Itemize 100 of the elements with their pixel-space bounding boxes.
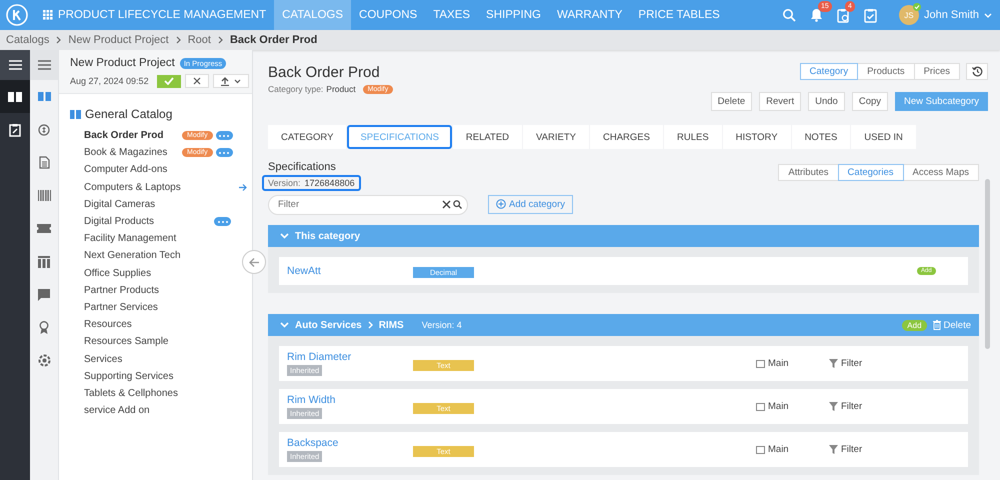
tree-item[interactable]: Services <box>84 354 182 365</box>
main-checkbox[interactable]: Main <box>756 444 789 455</box>
filter-toggle[interactable]: Filter <box>829 358 862 369</box>
more-button[interactable] <box>216 131 233 140</box>
tree-item[interactable]: Partner Products <box>84 284 182 296</box>
action-button[interactable]: Delete <box>710 92 752 111</box>
book-icon[interactable] <box>38 91 50 102</box>
tree-item[interactable]: Digital Products <box>84 216 182 228</box>
tree-item[interactable]: Back Order Prod <box>84 130 182 142</box>
main-checkbox[interactable]: Main <box>756 401 789 412</box>
tree-item[interactable]: Next Generation Tech <box>84 250 182 262</box>
menu-icon <box>8 60 22 70</box>
tab[interactable]: CATEGORY <box>268 125 346 149</box>
group-title: Auto Services <box>295 320 362 330</box>
view-tab[interactable]: Attributes <box>778 164 839 181</box>
project-date: Aug 27, 2024 09:52 <box>70 76 149 86</box>
tab[interactable]: NOTES <box>792 125 850 149</box>
collapse-button[interactable] <box>242 250 266 274</box>
check-badge-icon <box>912 3 921 11</box>
tree-item[interactable]: Partner Services <box>84 302 182 313</box>
tab[interactable]: RULES <box>664 125 722 149</box>
main-checkbox[interactable]: Main <box>756 358 789 369</box>
breadcrumb-link[interactable]: Catalogs <box>6 34 50 46</box>
tree-item[interactable]: Office Supplies <box>84 268 182 279</box>
history-button[interactable] <box>966 63 988 80</box>
arrow-right-icon[interactable] <box>239 184 247 191</box>
filter-toggle[interactable]: Filter <box>829 444 862 455</box>
upload-icon <box>220 76 229 86</box>
ticket-icon[interactable] <box>37 224 51 233</box>
view-tab[interactable]: Products <box>857 63 915 80</box>
ellipsis-icon <box>218 220 228 223</box>
tree-item[interactable]: Resources <box>84 319 182 330</box>
user-name: John Smith <box>924 9 979 21</box>
gear-icon[interactable] <box>38 354 50 367</box>
tree-item[interactable]: service Add on <box>84 405 182 416</box>
reject-button[interactable] <box>184 74 209 88</box>
menu-button[interactable] <box>0 50 30 80</box>
user-avatar: JS <box>898 5 919 25</box>
search-icon[interactable] <box>453 200 462 209</box>
tree-item[interactable]: Computer Add-ons <box>84 164 182 176</box>
tab[interactable]: USED IN <box>851 125 916 149</box>
upload-dropdown-button[interactable] <box>212 74 249 88</box>
columns-icon[interactable] <box>38 256 50 268</box>
tab[interactable]: CHARGES <box>590 125 663 149</box>
clear-icon[interactable] <box>442 200 451 209</box>
catalog-button[interactable] <box>0 80 30 113</box>
chevron-right-icon <box>176 36 181 44</box>
chevron-right-icon <box>218 36 223 44</box>
breadcrumb-link[interactable]: Back Order Prod <box>230 34 318 46</box>
clipboard-check-icon[interactable] <box>864 8 877 22</box>
tree-item[interactable]: Digital Cameras <box>84 198 182 210</box>
more-button[interactable] <box>214 217 231 226</box>
clipboard-icon <box>9 122 21 136</box>
logo-icon[interactable] <box>6 4 28 26</box>
group-version: Version: 4 <box>422 320 462 330</box>
coin-icon[interactable] <box>38 123 50 136</box>
funnel-icon <box>829 359 838 368</box>
award-icon[interactable] <box>39 321 49 334</box>
view-tab[interactable]: Access Maps <box>902 164 979 181</box>
close-icon <box>192 77 201 85</box>
action-button[interactable]: Copy <box>852 92 888 111</box>
plus-circle-icon <box>496 199 506 209</box>
trash-icon <box>932 320 941 330</box>
action-button[interactable]: Revert <box>759 92 802 111</box>
tab[interactable]: HISTORY <box>722 125 791 149</box>
apps-grid-icon[interactable] <box>43 10 53 20</box>
menu-icon[interactable] <box>38 60 50 70</box>
more-button[interactable] <box>216 148 233 158</box>
version-label: Version: <box>268 178 301 188</box>
barcode-icon[interactable] <box>38 190 50 201</box>
group-title: RIMS <box>378 320 404 330</box>
view-tab[interactable]: Prices <box>914 63 960 80</box>
project-name: New Product Project <box>70 57 175 69</box>
chat-icon[interactable] <box>38 288 50 300</box>
tree-item[interactable]: Facility Management <box>84 233 182 244</box>
action-button[interactable]: Undo <box>808 92 845 111</box>
breadcrumb-link[interactable]: Root <box>188 34 211 46</box>
chevron-down-icon <box>234 78 241 84</box>
tab[interactable]: VARIETY <box>523 125 589 149</box>
section-title: Specifications <box>268 161 337 173</box>
tree-root[interactable]: General Catalog <box>85 107 172 121</box>
clipboard-clock-icon[interactable] <box>836 8 850 22</box>
tree-item[interactable]: Computers & Laptops <box>84 182 182 193</box>
breadcrumb-link[interactable]: New Product Project <box>68 34 169 46</box>
category-type: Product <box>326 84 356 94</box>
app-title: PRODUCT LIFECYCLE MANAGEMENT <box>58 9 266 21</box>
chevron-right-icon <box>56 36 62 44</box>
filter-toggle[interactable]: Filter <box>829 401 862 412</box>
arrow-left-icon <box>249 258 259 266</box>
filter-field[interactable]: Filter <box>268 194 468 214</box>
tree-item[interactable]: Resources Sample <box>84 336 182 348</box>
ellipsis-icon <box>219 134 230 137</box>
document-icon[interactable] <box>38 156 50 169</box>
tree-item[interactable]: Supporting Services <box>84 370 182 382</box>
bell-icon[interactable] <box>810 8 823 22</box>
tree-item[interactable]: Tablets & Cellphones <box>84 388 182 399</box>
tree-item[interactable]: Book & Magazines <box>84 147 182 158</box>
category-type-label: Category type: <box>268 84 324 94</box>
tab[interactable]: RELATED <box>452 125 522 149</box>
version-number: 1726848806 <box>304 178 355 188</box>
